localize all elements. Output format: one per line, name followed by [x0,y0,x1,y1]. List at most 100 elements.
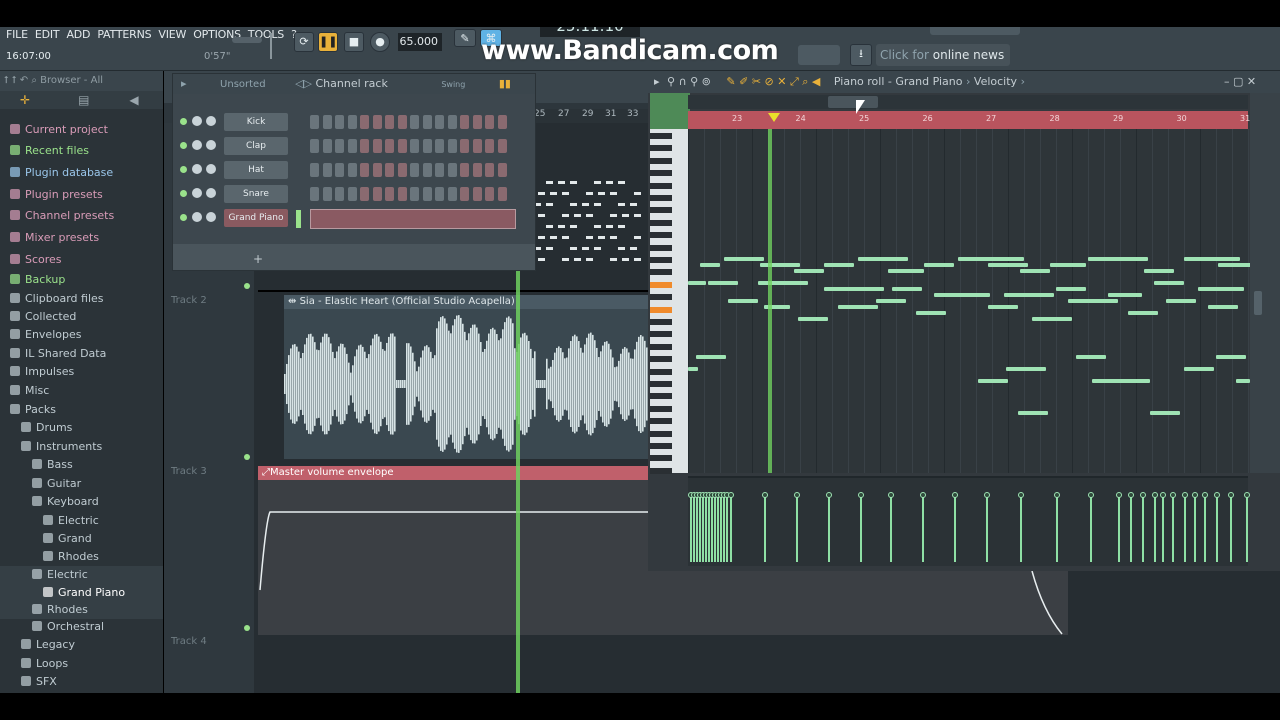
note[interactable] [758,281,808,285]
velocity-handle[interactable] [728,492,734,498]
velocity-bar[interactable] [954,496,956,562]
step-button[interactable] [372,163,382,177]
velocity-handle[interactable] [794,492,800,498]
step-button[interactable] [322,115,332,129]
step-button[interactable] [497,187,507,201]
piano-roll-titlebar[interactable]: ▸ ⚲ ∩ ⚲ ⊚ ✎ ✐ ✂ ⊘ ✕ ⤢ ⌕ ◀ Piano roll - G… [648,71,1280,93]
velocity-bar[interactable] [796,496,798,562]
pattern-clip[interactable] [534,181,648,281]
step-button[interactable] [447,139,457,153]
velocity-bar[interactable] [726,496,728,562]
black-key[interactable] [650,219,672,226]
channel-led[interactable] [180,118,187,125]
note[interactable] [760,263,800,267]
channel-row[interactable]: Hat [178,160,518,180]
velocity-handle[interactable] [1152,492,1158,498]
menu-add[interactable]: ADD [66,28,90,41]
velocity-bar[interactable] [828,496,830,562]
step-button[interactable] [360,115,369,129]
velocity-handle[interactable] [984,492,990,498]
step-button[interactable] [447,115,457,129]
step-button[interactable] [322,187,332,201]
black-key[interactable] [650,157,672,164]
step-button[interactable] [422,115,432,129]
note[interactable] [708,281,738,285]
channel-rack-titlebar[interactable]: ▸ Unsorted ◁▷ Channel rack Swing ▮▮ [173,74,535,94]
step-button[interactable] [347,139,357,153]
note[interactable] [1088,257,1148,261]
step-button[interactable] [497,163,507,177]
black-key[interactable] [650,257,672,263]
note[interactable] [1108,293,1142,297]
black-key[interactable] [650,244,672,251]
step-button[interactable] [372,139,382,153]
window-controls[interactable]: – ▢ ✕ [1224,71,1256,93]
channel-row[interactable]: Snare [178,184,518,204]
track-led[interactable] [244,454,250,460]
step-button[interactable] [422,139,432,153]
step-button[interactable] [472,139,482,153]
black-key[interactable] [650,145,672,152]
velocity-handle[interactable] [762,492,768,498]
step-button[interactable] [310,187,319,201]
black-key[interactable] [650,418,672,425]
channel-button[interactable]: Snare [224,185,288,203]
velocity-bar[interactable] [1194,496,1196,562]
envelope-clip[interactable] [258,480,648,635]
velocity-bar[interactable] [1230,496,1232,562]
browser-item[interactable]: Backup [0,271,163,289]
piano-roll-target[interactable]: Velocity [974,75,1017,88]
step-button[interactable] [460,187,469,201]
step-button[interactable] [472,187,482,201]
track-led[interactable] [244,283,250,289]
add-icon[interactable]: ✛ [20,93,30,107]
step-button[interactable] [335,115,344,129]
note[interactable] [1184,367,1214,371]
step-button[interactable] [497,115,507,129]
note[interactable] [700,263,720,267]
velocity-bar[interactable] [1130,496,1132,562]
browser-item[interactable]: Envelopes [0,326,163,344]
add-channel-button[interactable]: + [253,252,263,266]
channel-led[interactable] [180,166,187,173]
black-key[interactable] [650,294,672,301]
step-button[interactable] [385,139,394,153]
piano-roll-preview[interactable] [310,209,516,229]
browser-item[interactable]: Electric [0,566,163,584]
channel-led[interactable] [180,142,187,149]
velocity-handle[interactable] [1128,492,1134,498]
step-button[interactable] [410,139,419,153]
browser-item[interactable]: Orchestral [0,618,163,636]
black-key[interactable] [650,232,672,239]
note[interactable] [1092,379,1122,383]
volume-slider[interactable] [232,37,262,43]
channel-button[interactable]: Kick [224,113,288,131]
velocity-bar[interactable] [693,496,695,562]
browser-item[interactable]: Instruments [0,438,163,456]
note[interactable] [728,299,758,303]
step-button[interactable] [347,163,357,177]
volume-knob[interactable] [206,116,216,126]
volume-knob[interactable] [206,140,216,150]
step-button[interactable] [447,163,457,177]
step-button[interactable] [422,187,432,201]
velocity-handle[interactable] [1116,492,1122,498]
velocity-bar[interactable] [1154,496,1156,562]
tempo-display[interactable]: 65.000 [398,33,442,51]
step-button[interactable] [360,163,369,177]
arrow-icon[interactable]: ▸ [181,77,187,90]
step-button[interactable] [310,139,319,153]
audio-clip[interactable] [284,309,648,459]
velocity-handle[interactable] [1182,492,1188,498]
black-key[interactable] [650,343,672,350]
speaker-icon[interactable]: ◀ [129,93,138,107]
note[interactable] [958,257,1024,261]
velocity-handle[interactable] [920,492,926,498]
envelope-clip-tail[interactable] [648,570,1068,635]
note[interactable] [1020,269,1050,273]
browser-item[interactable]: Recent files [0,142,163,160]
plugin-icons[interactable] [798,45,840,65]
step-button[interactable] [360,139,369,153]
velocity-handle[interactable] [1018,492,1024,498]
track-led[interactable] [244,625,250,631]
